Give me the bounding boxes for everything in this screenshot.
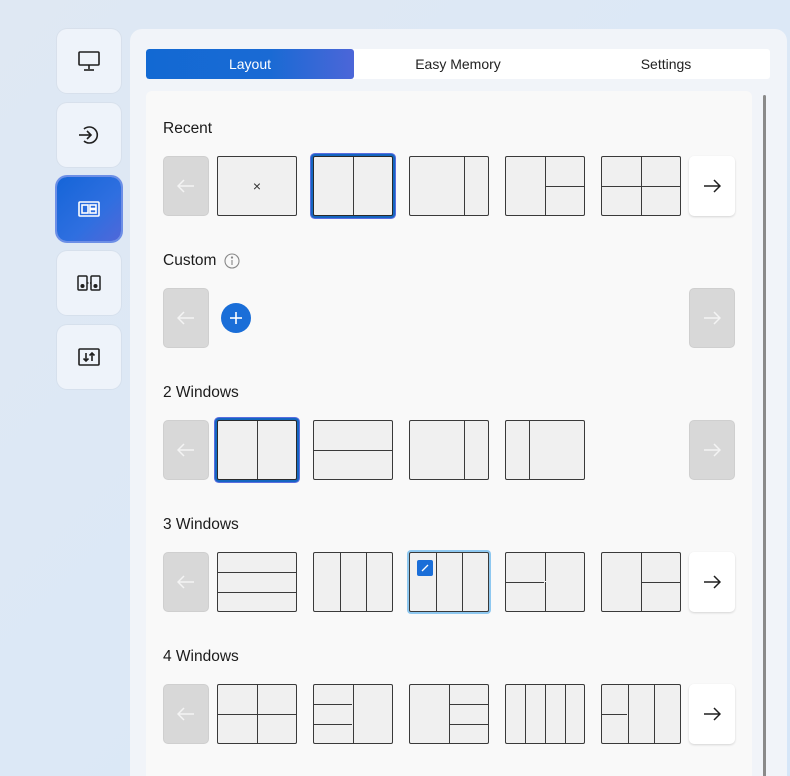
layout-tile[interactable] bbox=[409, 684, 489, 744]
four-windows-title-text: 4 Windows bbox=[163, 648, 239, 665]
recent-layout-tile[interactable] bbox=[313, 156, 393, 216]
main-panel: Layout Easy Memory Settings Recent × Cus… bbox=[130, 29, 787, 776]
two-windows-title-text: 2 Windows bbox=[163, 384, 239, 401]
arrow-left-icon bbox=[177, 575, 194, 589]
arrow-right-icon bbox=[704, 311, 721, 325]
arrow-right-icon bbox=[704, 179, 721, 193]
arrow-left-icon bbox=[177, 179, 194, 193]
two-windows-title: 2 Windows bbox=[163, 384, 239, 402]
three-windows-row bbox=[163, 552, 735, 612]
tab-settings[interactable]: Settings bbox=[562, 49, 770, 79]
tab-layout[interactable]: Layout bbox=[146, 49, 354, 79]
two-windows-prev-button[interactable] bbox=[163, 420, 209, 480]
four-windows-prev-button[interactable] bbox=[163, 684, 209, 744]
four-windows-next-button[interactable] bbox=[689, 684, 735, 744]
recent-title-text: Recent bbox=[163, 120, 213, 137]
custom-prev-button[interactable] bbox=[163, 288, 209, 348]
recent-next-button[interactable] bbox=[689, 156, 735, 216]
arrow-left-icon bbox=[177, 311, 194, 325]
layout-tile[interactable] bbox=[505, 420, 585, 480]
recent-layout-tile[interactable]: × bbox=[217, 156, 297, 216]
three-windows-prev-button[interactable] bbox=[163, 552, 209, 612]
layout-tile[interactable] bbox=[217, 552, 297, 612]
two-windows-next-button[interactable] bbox=[689, 420, 735, 480]
monitor-nav-button[interactable] bbox=[57, 29, 121, 93]
monitor-icon bbox=[78, 51, 100, 71]
recent-layout-tile[interactable] bbox=[601, 156, 681, 216]
add-custom-layout-button[interactable] bbox=[221, 303, 251, 333]
close-icon: × bbox=[252, 178, 262, 194]
speakers-nav-button[interactable] bbox=[57, 251, 121, 315]
layout-icon bbox=[78, 201, 100, 217]
layout-tile[interactable] bbox=[313, 420, 393, 480]
custom-row bbox=[163, 288, 735, 348]
custom-next-button[interactable] bbox=[689, 288, 735, 348]
layout-tile[interactable] bbox=[409, 420, 489, 480]
tab-bar: Layout Easy Memory Settings bbox=[146, 49, 770, 79]
two-windows-row bbox=[163, 420, 735, 480]
edit-icon[interactable] bbox=[417, 560, 433, 576]
layout-tile[interactable] bbox=[217, 420, 297, 480]
three-windows-title-text: 3 Windows bbox=[163, 516, 239, 533]
three-windows-title: 3 Windows bbox=[163, 516, 239, 534]
four-windows-row bbox=[163, 684, 735, 744]
recent-row: × bbox=[163, 156, 735, 216]
recent-prev-button[interactable] bbox=[163, 156, 209, 216]
four-windows-title: 4 Windows bbox=[163, 648, 239, 666]
layout-tile[interactable] bbox=[505, 552, 585, 612]
custom-title-text: Custom bbox=[163, 252, 217, 269]
custom-title: Custom bbox=[163, 252, 240, 270]
side-rail bbox=[57, 29, 121, 399]
info-icon[interactable] bbox=[224, 253, 240, 269]
recent-title: Recent bbox=[163, 120, 212, 138]
layout-tile[interactable] bbox=[313, 684, 393, 744]
input-source-icon bbox=[79, 126, 99, 144]
sort-adjust-icon bbox=[78, 348, 100, 366]
layout-tile[interactable] bbox=[505, 684, 585, 744]
adjust-nav-button[interactable] bbox=[57, 325, 121, 389]
layout-tile[interactable] bbox=[217, 684, 297, 744]
layout-tile[interactable] bbox=[409, 552, 489, 612]
arrow-left-icon bbox=[177, 707, 194, 721]
layout-tile[interactable] bbox=[601, 684, 681, 744]
speakers-icon bbox=[77, 275, 101, 291]
arrow-left-icon bbox=[177, 443, 194, 457]
vertical-scrollbar[interactable] bbox=[763, 95, 766, 776]
arrow-right-icon bbox=[704, 707, 721, 721]
recent-layout-tile[interactable] bbox=[505, 156, 585, 216]
input-source-nav-button[interactable] bbox=[57, 103, 121, 167]
arrow-right-icon bbox=[704, 575, 721, 589]
layout-tile[interactable] bbox=[601, 552, 681, 612]
layout-tile[interactable] bbox=[313, 552, 393, 612]
tab-easy-memory[interactable]: Easy Memory bbox=[354, 49, 562, 79]
three-windows-next-button[interactable] bbox=[689, 552, 735, 612]
recent-layout-tile[interactable] bbox=[409, 156, 489, 216]
layout-content: Recent × Custom 2 Windows 3 Windows 4 Wi… bbox=[146, 91, 752, 776]
layout-nav-button[interactable] bbox=[57, 177, 121, 241]
plus-icon bbox=[230, 312, 242, 324]
arrow-right-icon bbox=[704, 443, 721, 457]
